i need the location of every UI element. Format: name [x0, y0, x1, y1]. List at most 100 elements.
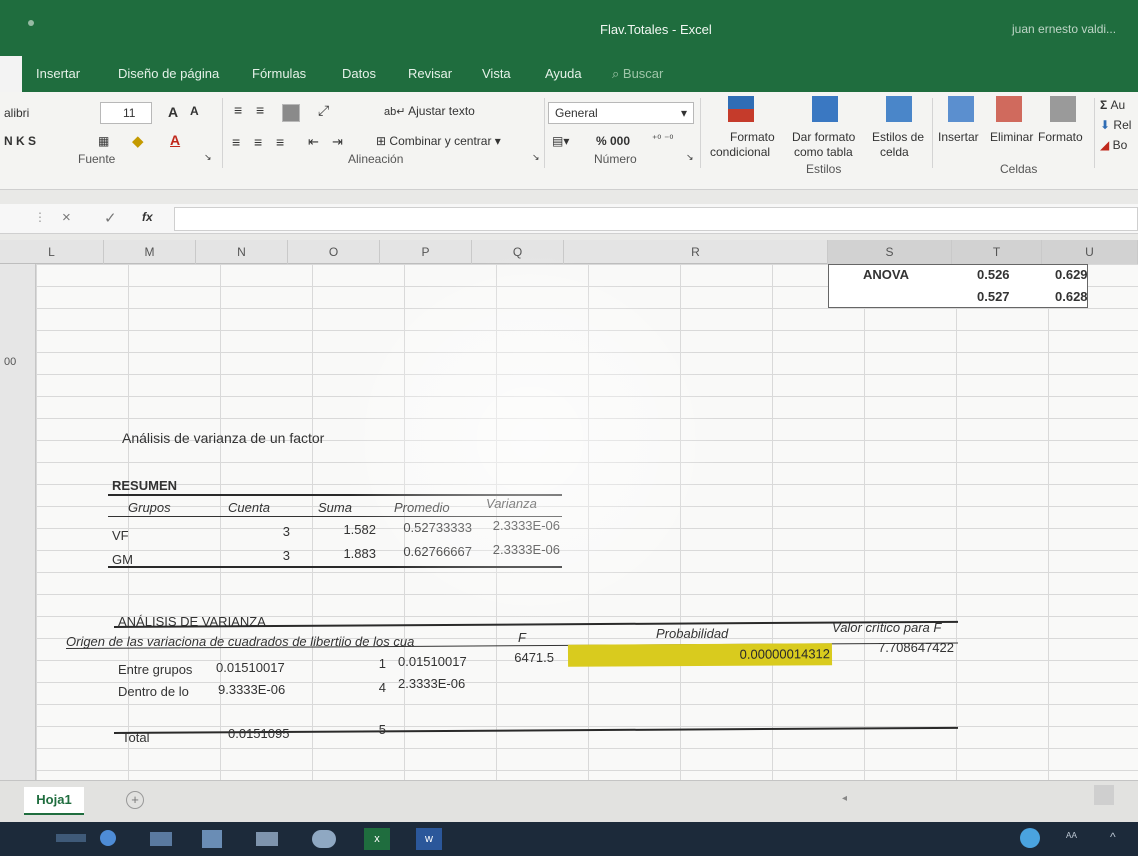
resumen-cell[interactable]: GM [112, 552, 133, 567]
insert-function-icon[interactable]: fx [142, 210, 153, 224]
resumen-header-promedio[interactable]: Promedio [394, 500, 450, 515]
column-header-q[interactable]: Q [472, 240, 564, 264]
anova-box-label[interactable]: ANOVA [863, 267, 909, 282]
anova-cell[interactable]: 6471.5 [480, 650, 554, 665]
resumen-header-cuenta[interactable]: Cuenta [228, 500, 270, 515]
help-icon[interactable] [1020, 828, 1040, 848]
orientation-icon[interactable]: ⤢ [318, 102, 329, 119]
tab-datos[interactable]: Datos [342, 66, 376, 81]
resumen-cell[interactable]: VF [112, 528, 129, 543]
scroll-left-icon[interactable]: ◂ [842, 793, 847, 804]
column-header-r[interactable]: R [564, 240, 828, 264]
column-header-s[interactable]: S [828, 240, 952, 264]
increase-indent-icon[interactable]: ⇥ [332, 134, 343, 150]
shrink-font-icon[interactable]: A [190, 104, 199, 118]
cond-format-line1[interactable]: Formato [730, 130, 775, 144]
alineacion-launcher-icon[interactable]: ↘ [532, 152, 540, 163]
resumen-cell[interactable]: 0.52733333 [382, 520, 472, 535]
column-header-n[interactable]: N [196, 240, 288, 264]
tab-vista[interactable]: Vista [482, 66, 511, 81]
align-bottom-icon[interactable] [282, 104, 300, 122]
delete-cells-label[interactable]: Eliminar [990, 130, 1033, 144]
normal-view-icon[interactable] [1094, 785, 1114, 805]
formula-input[interactable] [174, 207, 1138, 231]
decimal-buttons-icon[interactable]: ⁺⁰ ⁻⁰ [652, 134, 673, 145]
resumen-cell[interactable]: 2.3333E-06 [474, 518, 560, 533]
quick-access-icon[interactable] [28, 20, 34, 26]
resumen-cell[interactable]: 1.582 [310, 522, 376, 537]
fill-color-icon[interactable]: ◆ [132, 132, 144, 150]
font-name-value[interactable]: alibri [4, 106, 29, 120]
anova-cell[interactable]: 0.01510017 [398, 654, 467, 669]
name-box-handle-icon[interactable]: ⋮ [34, 210, 46, 224]
column-header-l[interactable]: L [0, 240, 104, 264]
currency-icon[interactable]: ▤▾ [552, 134, 569, 148]
numero-launcher-icon[interactable]: ↘ [686, 152, 694, 163]
anova-cell[interactable]: 2.3333E-06 [398, 676, 465, 691]
tab-revisar[interactable]: Revisar [408, 66, 452, 81]
anova-row-label[interactable]: Entre grupos [118, 662, 192, 677]
anova-cell[interactable]: 9.3333E-06 [218, 682, 285, 697]
fill-button[interactable]: ⬇ Rel [1100, 118, 1131, 132]
chevron-up-icon[interactable]: ^ [1110, 830, 1116, 844]
resumen-cell[interactable]: 0.62766667 [382, 544, 472, 559]
format-as-table-icon[interactable] [812, 96, 838, 122]
anova-header-crit[interactable]: Valor crítico para F [832, 620, 941, 635]
font-size-select[interactable]: 11 [100, 102, 152, 124]
autosum-button[interactable]: Σ Au [1100, 98, 1125, 112]
insert-cells-icon[interactable] [948, 96, 974, 122]
decrease-indent-icon[interactable]: ⇤ [308, 134, 319, 150]
resumen-cell[interactable]: 3 [230, 548, 290, 563]
anova-header-prob[interactable]: Probabilidad [656, 626, 728, 641]
cond-format-line2[interactable]: condicional [710, 145, 770, 159]
cortana-icon[interactable] [100, 830, 116, 846]
add-sheet-icon[interactable]: + [126, 791, 144, 809]
resumen-header-grupos[interactable]: Grupos [128, 500, 171, 515]
anova-cell[interactable]: 7.708647422 [846, 640, 954, 655]
tab-diseno-pagina[interactable]: Diseño de página [118, 66, 219, 81]
resumen-header-varianza[interactable]: Varianza [486, 496, 537, 511]
anova-cell[interactable]: 5 [340, 722, 386, 737]
align-middle-icon[interactable]: ≡ [256, 102, 264, 118]
table-format-line2[interactable]: como tabla [794, 145, 853, 159]
anova-box-value[interactable]: 0.629 [1055, 267, 1088, 282]
clear-button[interactable]: ◢ Bo [1100, 138, 1127, 152]
anova-cell[interactable]: 0.01510017 [216, 660, 285, 675]
format-cells-label[interactable]: Formato [1038, 130, 1083, 144]
column-header-o[interactable]: O [288, 240, 380, 264]
resumen-header-suma[interactable]: Suma [318, 500, 352, 515]
task-view-icon[interactable] [150, 832, 172, 846]
cell-styles-icon[interactable] [886, 96, 912, 122]
resumen-title[interactable]: RESUMEN [112, 478, 177, 493]
number-format-select[interactable]: General ▾ [548, 102, 694, 124]
wrap-text-button[interactable]: ab↵ Ajustar texto [384, 104, 475, 118]
tab-formulas[interactable]: Fórmulas [252, 66, 306, 81]
tab-insertar[interactable]: Insertar [36, 66, 80, 81]
resumen-cell[interactable]: 1.883 [310, 546, 376, 561]
highlighted-cell[interactable]: 0.00000014312 [567, 643, 833, 667]
excel-taskbar-icon[interactable]: x [364, 828, 390, 850]
search-taskbar-icon[interactable] [56, 834, 86, 842]
conditional-format-icon[interactable] [728, 96, 754, 122]
percent-thousands-buttons[interactable]: % 000 [596, 134, 630, 148]
borders-icon[interactable]: ▦ [98, 134, 109, 148]
sheet-tab-hoja1[interactable]: Hoja1 [24, 787, 84, 815]
analysis-title[interactable]: Análisis de varianza de un factor [122, 430, 324, 446]
mail-icon[interactable] [256, 832, 278, 846]
store-icon[interactable] [202, 830, 222, 848]
anova-cell[interactable]: 4 [340, 680, 386, 695]
tab-inicio-active[interactable] [0, 56, 22, 92]
insert-cells-label[interactable]: Insertar [938, 130, 979, 144]
font-color-icon[interactable]: A [170, 132, 180, 148]
enter-icon[interactable]: ✓ [104, 209, 117, 227]
user-name[interactable]: juan ernesto valdi... [1012, 22, 1116, 36]
align-left-icon[interactable]: ≡ [232, 134, 240, 150]
merge-center-button[interactable]: ⊞ Combinar y centrar ▾ [376, 134, 501, 148]
resumen-cell[interactable]: 3 [230, 524, 290, 539]
cancel-icon[interactable]: × [62, 209, 71, 226]
word-taskbar-icon[interactable]: w [416, 828, 442, 850]
format-cells-icon[interactable] [1050, 96, 1076, 122]
grow-font-icon[interactable]: A [168, 104, 178, 120]
anova-cell[interactable]: 0.0151095 [228, 726, 289, 741]
column-header-u[interactable]: U [1042, 240, 1138, 264]
